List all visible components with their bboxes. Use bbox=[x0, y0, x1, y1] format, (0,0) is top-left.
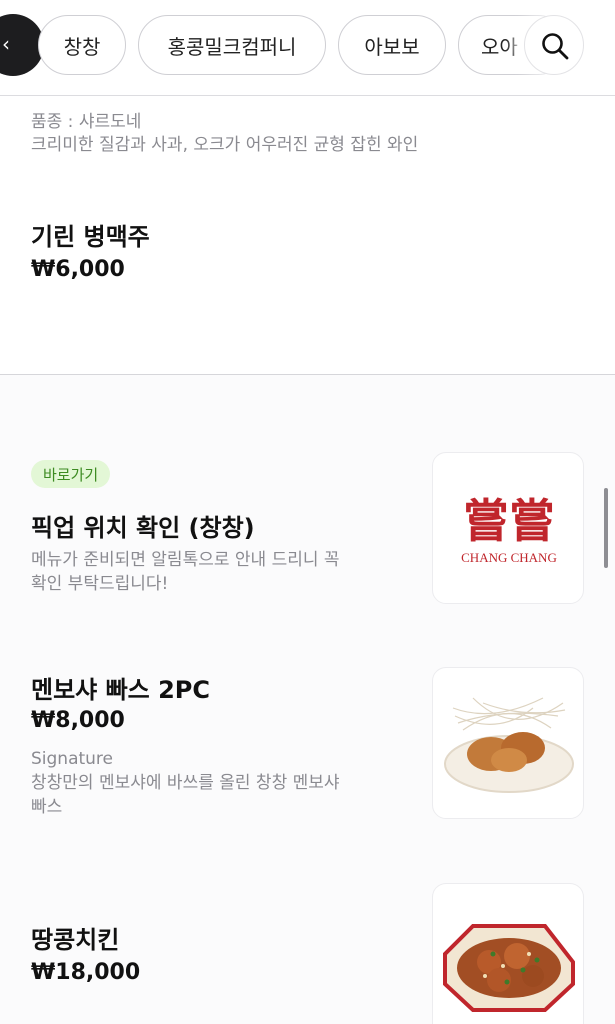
item-name: 기린 병맥주 bbox=[31, 223, 150, 251]
item-name: 땅콩치킨 bbox=[31, 926, 120, 954]
peanut-chicken-food-image bbox=[432, 883, 584, 1024]
item-price: ₩18,000 bbox=[31, 960, 141, 985]
item-tag: Signature bbox=[31, 749, 114, 769]
chip-hongkong-milk-company[interactable]: 홍콩밀크컴퍼니 bbox=[138, 15, 326, 75]
item-description: 메뉴가 준비되면 알림톡으로 안내 드리니 꼭 확인 부탁드립니다! bbox=[31, 548, 340, 596]
description-line: 창창만의 멘보샤에 바쓰를 올린 창창 멘보샤 bbox=[31, 773, 340, 793]
store-chip-list: 창창 홍콩밀크컴퍼니 아보보 오아 bbox=[38, 15, 568, 75]
changchang-section: 바로가기 픽업 위치 확인 (창창) 메뉴가 준비되면 알림톡으로 안내 드리니… bbox=[0, 375, 615, 1024]
search-button[interactable] bbox=[524, 15, 584, 75]
changchang-logo-image: 嘗嘗 CHANG CHANG bbox=[432, 452, 584, 604]
item-description: 창창만의 멘보샤에 바쓰를 올린 창창 멘보샤 빠스 bbox=[31, 771, 340, 819]
drinks-section: 품종 : 샤르도네 크리미한 질감과 사과, 오크가 어우러진 균형 잡힌 와인… bbox=[0, 97, 615, 374]
svg-text:嘗嘗: 嘗嘗 bbox=[463, 494, 555, 548]
item-price: ₩6,000 bbox=[31, 257, 125, 282]
chip-changchang[interactable]: 창창 bbox=[38, 15, 126, 75]
item-name: 멘보샤 빠스 2PC bbox=[31, 676, 211, 704]
description-line: 메뉴가 준비되면 알림톡으로 안내 드리니 꼭 bbox=[31, 550, 340, 570]
category-tab-bar: ‹ 창창 홍콩밀크컴퍼니 아보보 오아 bbox=[0, 0, 615, 96]
menbosha-illustration bbox=[444, 697, 574, 793]
menbosha-food-image bbox=[432, 667, 584, 819]
chip-abobo[interactable]: 아보보 bbox=[338, 15, 446, 75]
wine-description: 크리미한 질감과 사과, 오크가 어우러진 균형 잡힌 와인 bbox=[31, 135, 419, 155]
description-line: 확인 부탁드립니다! bbox=[31, 574, 169, 594]
wine-variety: 품종 : 샤르도네 bbox=[31, 112, 142, 132]
changchang-logo: 嘗嘗 CHANG CHANG bbox=[461, 494, 557, 565]
search-icon bbox=[542, 33, 569, 60]
item-price: ₩8,000 bbox=[31, 708, 125, 733]
svg-text:CHANG CHANG: CHANG CHANG bbox=[461, 550, 557, 565]
scrollbar[interactable] bbox=[604, 488, 608, 568]
description-line: 빠스 bbox=[31, 797, 63, 817]
item-name: 픽업 위치 확인 (창창) bbox=[31, 514, 255, 542]
chevron-left-icon: ‹ bbox=[2, 32, 10, 56]
peanut-chicken-illustration bbox=[443, 924, 575, 1012]
shortcut-badge[interactable]: 바로가기 bbox=[31, 460, 111, 488]
